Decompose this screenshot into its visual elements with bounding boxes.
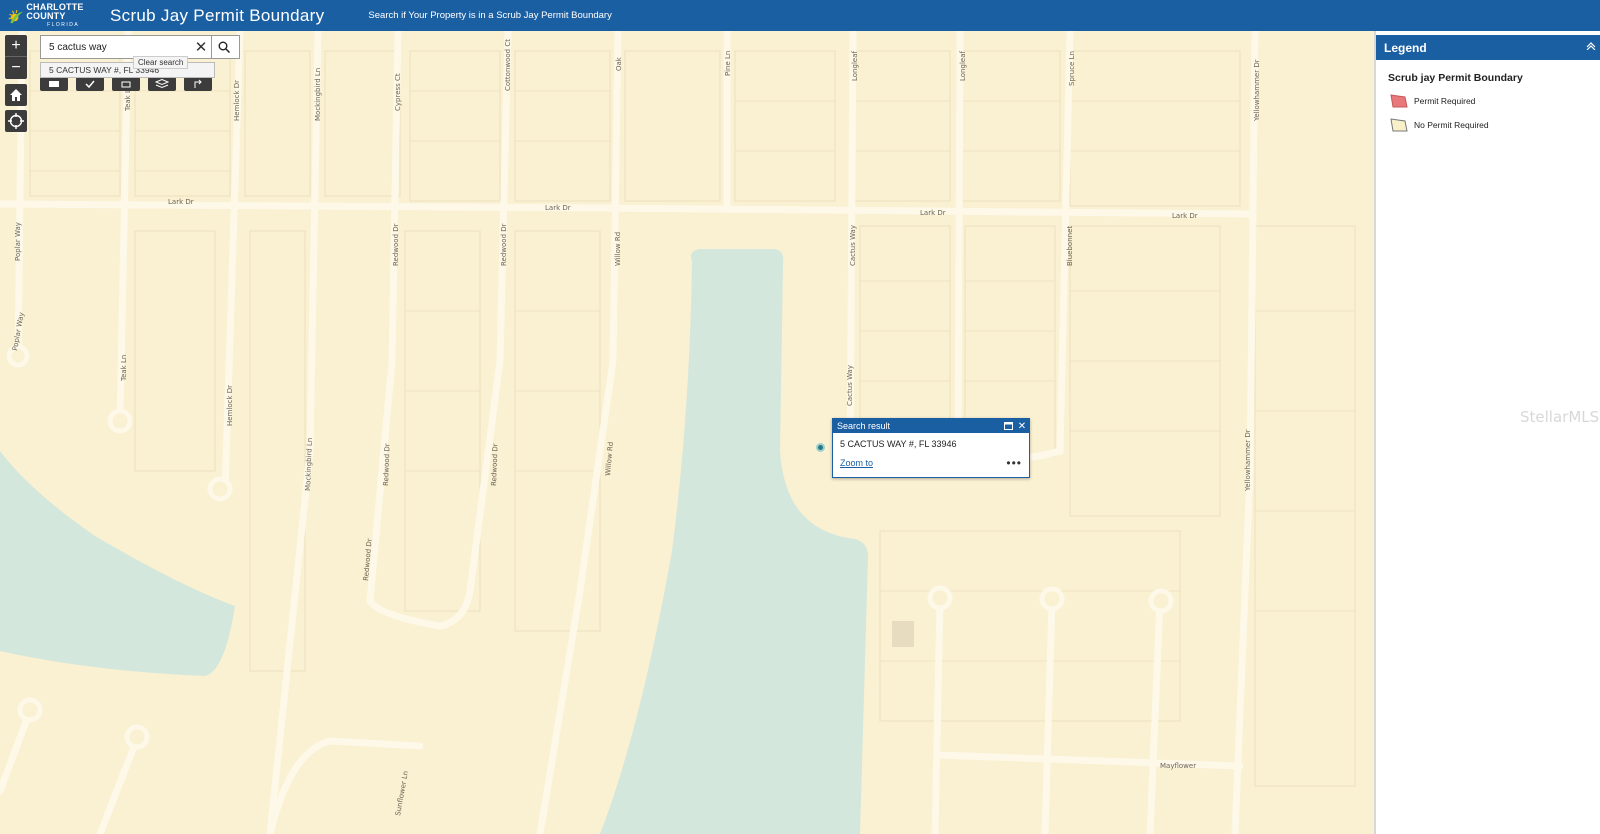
basemap-toolbar-button[interactable]	[40, 77, 68, 91]
legend-item-label: No Permit Required	[1414, 120, 1489, 130]
print-icon	[121, 81, 131, 88]
crosshair-icon	[8, 113, 24, 129]
road-label: Oak	[615, 56, 623, 71]
road-label: Lark Dr	[1172, 212, 1198, 220]
road-label: Longleaf	[959, 51, 967, 81]
building-footprint	[892, 621, 914, 647]
permit-required-swatch	[1390, 94, 1408, 108]
no-permit-required-swatch	[1390, 118, 1408, 132]
search-result-popup: Search result ✕ 5 CACTUS WAY #, FL 33946…	[832, 418, 1030, 478]
chevron-up-icon	[1586, 42, 1596, 51]
home-icon	[10, 89, 22, 101]
road-label: Cypress Ct	[394, 73, 402, 111]
popup-address: 5 CACTUS WAY #, FL 33946	[840, 439, 957, 449]
share-toolbar-button[interactable]	[184, 77, 212, 91]
road-label: Redwood Dr	[382, 443, 391, 486]
watermark: StellarMLS	[1520, 408, 1600, 426]
legend-header[interactable]: Legend	[1376, 35, 1600, 60]
app-title: Scrub Jay Permit Boundary	[110, 5, 325, 25]
road-label: Sunflower Ln	[394, 770, 410, 816]
legend-item: Permit Required	[1390, 94, 1600, 108]
table-icon	[49, 81, 59, 87]
collapse-legend-button[interactable]	[1586, 42, 1600, 53]
app-subtitle: Search if Your Property is in a Scrub Ja…	[368, 10, 612, 21]
road-label: Spruce Ln	[1068, 51, 1076, 86]
road-label: Cactus Way	[846, 365, 854, 406]
zoom-to-link[interactable]: Zoom to	[840, 458, 1006, 468]
locate-button[interactable]	[5, 110, 27, 132]
road-label: Cactus Way	[849, 225, 857, 266]
legend-title: Legend	[1384, 40, 1427, 55]
check-icon	[85, 80, 95, 88]
maximize-popup-button[interactable]	[1001, 419, 1015, 433]
road-label: Poplar Way	[11, 312, 26, 352]
layers-icon	[155, 79, 169, 89]
lake-central	[600, 249, 868, 834]
maximize-icon	[1003, 422, 1013, 430]
close-icon: ✕	[1017, 420, 1027, 432]
map-view[interactable]: Lark Dr Lark Dr Lark Dr Lark Dr Mayflowe…	[0, 31, 1374, 834]
sun-icon	[8, 9, 23, 23]
road-label: Mockingbird Ln	[304, 438, 314, 491]
search-icon	[218, 41, 230, 53]
road-label: Lark Dr	[545, 204, 571, 212]
road-label: Lark Dr	[168, 198, 194, 206]
road-label: Hemlock Dr	[233, 80, 241, 121]
road-label: Redwood Dr	[490, 443, 499, 486]
popup-title: Search result	[837, 421, 891, 431]
search-input[interactable]	[41, 36, 191, 58]
measure-toolbar-button[interactable]	[76, 77, 104, 91]
logo-text-county: CHARLOTTE COUNTY	[26, 2, 84, 21]
close-icon: ✕	[194, 39, 208, 56]
more-actions-button[interactable]: •••	[1006, 457, 1022, 469]
county-logo: CHARLOTTE COUNTY FLORIDA	[8, 2, 100, 30]
legend-panel: Legend Scrub jay Permit Boundary Permit …	[1374, 31, 1600, 834]
search-suggestion[interactable]: 5 CACTUS WAY #, FL 33946	[40, 62, 215, 78]
search-result-marker[interactable]	[816, 443, 825, 452]
road-label: Redwood Dr	[500, 223, 508, 266]
road-label: Poplar Way	[14, 222, 22, 261]
clear-search-tooltip: Clear search	[133, 56, 189, 69]
app-window: CHARLOTTE COUNTY FLORIDA Scrub Jay Permi…	[0, 0, 1600, 834]
lake-west	[0, 451, 235, 676]
zoom-out-button[interactable]: −	[5, 57, 27, 79]
road-label: Willow Rd	[614, 232, 622, 266]
road-label: Yellowhammer Dr	[1244, 429, 1252, 492]
layers-toolbar-button[interactable]	[148, 77, 176, 91]
road-label: Pine Ln	[724, 51, 732, 76]
road-label: Lark Dr	[920, 209, 946, 217]
road-label: Hemlock Dr	[226, 385, 234, 426]
legend-item: No Permit Required	[1390, 118, 1600, 132]
home-button[interactable]	[5, 84, 27, 106]
app-header: CHARLOTTE COUNTY FLORIDA Scrub Jay Permi…	[0, 0, 1600, 31]
road-label: Mayflower	[1160, 762, 1196, 770]
legend-layer-title: Scrub jay Permit Boundary	[1388, 72, 1523, 84]
popup-header: Search result ✕	[833, 419, 1029, 433]
road-label: Yellowhammer Dr	[1253, 59, 1261, 122]
road-label: Mockingbird Ln	[314, 68, 322, 121]
search-button[interactable]	[211, 36, 235, 58]
zoom-in-button[interactable]: +	[5, 35, 27, 57]
close-popup-button[interactable]: ✕	[1015, 419, 1029, 433]
legend-item-label: Permit Required	[1414, 96, 1476, 106]
print-toolbar-button[interactable]	[112, 77, 140, 91]
road-label: Willow Rd	[604, 441, 615, 476]
road-label: Teak Ln	[120, 355, 128, 382]
road-label: Bluebonnet	[1066, 226, 1074, 266]
road-label: Cottonwood Ct	[504, 39, 512, 91]
logo-text-state: FLORIDA	[47, 22, 80, 28]
road-label: Redwood Dr	[392, 223, 400, 266]
share-icon	[194, 79, 202, 88]
road-label: Longleaf	[851, 51, 859, 81]
clear-search-button[interactable]: ✕	[191, 36, 211, 58]
basemap: Lark Dr Lark Dr Lark Dr Lark Dr Mayflowe…	[0, 31, 1356, 834]
